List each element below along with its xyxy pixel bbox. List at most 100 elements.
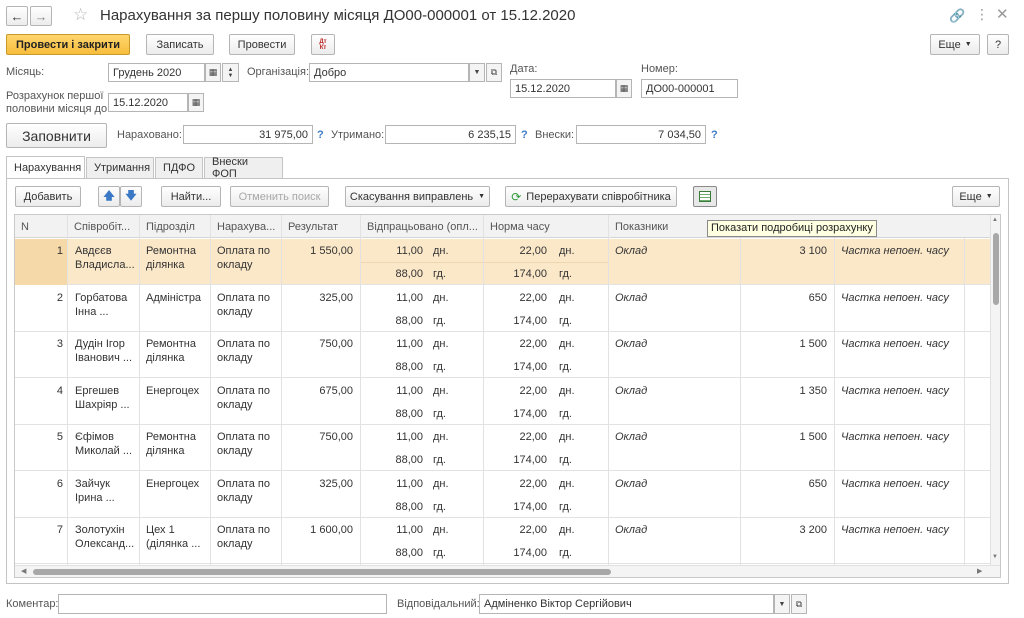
help-button[interactable]: ? bbox=[987, 34, 1009, 55]
department: Адміністра bbox=[146, 291, 202, 304]
accrual-type: Оплата по bbox=[217, 384, 270, 397]
department: Цех 1 bbox=[146, 524, 175, 536]
indicator-name: Оклад bbox=[615, 524, 648, 536]
column-header-result[interactable]: Результат bbox=[282, 215, 360, 238]
cancel-search-button[interactable]: Отменить поиск bbox=[230, 186, 329, 207]
scroll-down-icon[interactable]: ▼ bbox=[992, 554, 998, 560]
calc-until-calendar-button[interactable]: ▦ bbox=[188, 93, 204, 112]
worked-days: 11,00 bbox=[396, 384, 423, 397]
column-divider bbox=[483, 215, 484, 565]
column-header-worked[interactable]: Відпрацьовано (опл... bbox=[361, 215, 483, 238]
result-value: 1 600,00 bbox=[310, 524, 353, 536]
accrual-type: Оплата по bbox=[217, 338, 270, 350]
date-calendar-button[interactable]: ▦ bbox=[616, 79, 632, 98]
organization-dropdown-button[interactable]: ▼ bbox=[469, 63, 485, 82]
column-divider bbox=[608, 215, 609, 565]
link-icon[interactable]: 🔗 bbox=[949, 8, 965, 24]
column-header-employee[interactable]: Співробіт... bbox=[68, 215, 139, 238]
indicator-name: Оклад bbox=[615, 291, 648, 304]
open-icon: ⧉ bbox=[795, 598, 803, 609]
responsible-dropdown-button[interactable]: ▼ bbox=[774, 594, 790, 614]
worked-hours: 88,00 bbox=[395, 268, 423, 280]
norm-hours: 174,00 bbox=[513, 454, 547, 466]
accrued-label: Нараховано: bbox=[117, 129, 182, 141]
dt-kt-button[interactable]: Дт Кт bbox=[311, 34, 335, 55]
scroll-right-icon[interactable]: ▶ bbox=[977, 567, 982, 575]
column-header-accrual[interactable]: Нарахува... bbox=[211, 215, 281, 238]
employee-name: Зайчук bbox=[75, 477, 110, 490]
cancel-corrections-button[interactable]: Скасування виправлень ▼ bbox=[345, 186, 490, 207]
tab-accruals[interactable]: Нарахування bbox=[6, 156, 85, 179]
back-arrow-icon: ← bbox=[10, 8, 24, 24]
worked-hours-unit: гд. bbox=[433, 500, 446, 513]
dropdown-icon: ▼ bbox=[985, 193, 993, 200]
fill-button[interactable]: Заповнити bbox=[6, 123, 107, 148]
tab-deductions[interactable]: Утримання bbox=[86, 157, 154, 178]
date-field[interactable]: 15.12.2020 bbox=[510, 79, 616, 98]
withheld-help-icon[interactable]: ? bbox=[521, 129, 528, 141]
recalc-employee-button[interactable]: ⟳ Перерахувати співробітника bbox=[505, 186, 677, 207]
forward-button[interactable]: → bbox=[30, 6, 52, 26]
accrual-type: окладу bbox=[217, 398, 253, 411]
scroll-up-icon[interactable]: ▲ bbox=[992, 217, 998, 223]
column-header-n[interactable]: N bbox=[15, 215, 67, 238]
contributions-help-icon[interactable]: ? bbox=[711, 129, 718, 141]
responsible-label: Відповідальний: bbox=[397, 598, 480, 610]
dropdown-icon: ▼ bbox=[473, 69, 481, 76]
norm-days-unit: дн. bbox=[559, 245, 575, 257]
organization-field[interactable]: Добро bbox=[309, 63, 469, 82]
down-arrow-icon: 🡇 bbox=[125, 190, 137, 202]
post-and-close-button[interactable]: Провести і закрити bbox=[6, 34, 130, 55]
more-button[interactable]: Еще ▼ bbox=[930, 34, 980, 55]
organization-open-button[interactable]: ⧉ bbox=[486, 63, 502, 82]
month-field[interactable]: Грудень 2020 bbox=[108, 63, 205, 82]
indicator-name: Оклад bbox=[615, 384, 648, 397]
calc-until-field[interactable]: 15.12.2020 bbox=[108, 93, 188, 112]
comment-field[interactable] bbox=[58, 594, 387, 614]
tab-fop-contributions[interactable]: Внески ФОП bbox=[204, 156, 283, 180]
horizontal-scrollbar-thumb[interactable] bbox=[33, 569, 611, 575]
number-field[interactable]: ДО00-000001 bbox=[641, 79, 738, 98]
employee-name: Горбатова bbox=[75, 291, 128, 304]
add-row-button[interactable]: Добавить bbox=[15, 186, 81, 207]
row-number: 6 bbox=[56, 477, 63, 490]
scroll-left-icon[interactable]: ◀ bbox=[21, 567, 26, 575]
vertical-scrollbar-thumb[interactable] bbox=[993, 233, 999, 305]
vertical-scrollbar[interactable]: ▲ ▼ bbox=[990, 215, 1000, 565]
more-dots-icon[interactable]: ⋮ bbox=[975, 6, 989, 23]
spin-down-icon: ▼ bbox=[227, 72, 234, 79]
indicator-value: 3 100 bbox=[799, 245, 827, 257]
result-value: 1 550,00 bbox=[310, 245, 353, 257]
responsible-field[interactable]: Адміненко Віктор Сергійович bbox=[479, 594, 774, 614]
horizontal-scrollbar[interactable]: ◀ ▶ bbox=[15, 565, 1000, 577]
row-number: 1 bbox=[56, 245, 63, 257]
favorite-star-icon[interactable]: ☆ bbox=[73, 5, 88, 25]
row-number: 3 bbox=[56, 338, 63, 350]
move-up-button[interactable]: 🡅 bbox=[98, 186, 120, 207]
month-spinner[interactable]: ▲ ▼ bbox=[222, 63, 239, 82]
column-header-norm[interactable]: Норма часу bbox=[484, 215, 608, 238]
find-button[interactable]: Найти... bbox=[161, 186, 221, 207]
worked-days: 11,00 bbox=[396, 338, 423, 350]
accrual-type: Оплата по bbox=[217, 477, 270, 490]
table-more-button[interactable]: Еще ▼ bbox=[952, 186, 1000, 207]
worked-hours-unit: гд. bbox=[433, 361, 446, 373]
accrual-type: Оплата по bbox=[217, 431, 270, 443]
worked-days: 11,00 bbox=[396, 245, 423, 257]
accrued-help-icon[interactable]: ? bbox=[317, 129, 324, 141]
result-value: 675,00 bbox=[319, 384, 353, 397]
back-button[interactable]: ← bbox=[6, 6, 28, 26]
close-icon[interactable]: ✕ bbox=[996, 5, 1009, 23]
month-calendar-button[interactable]: ▦ bbox=[205, 63, 221, 82]
tab-pdfo[interactable]: ПДФО bbox=[155, 157, 203, 178]
column-header-department[interactable]: Підрозділ bbox=[140, 215, 210, 238]
column-header-indicators[interactable]: Показники bbox=[609, 215, 699, 238]
worked-days-unit: дн. bbox=[433, 477, 449, 490]
post-button[interactable]: Провести bbox=[229, 34, 295, 55]
move-down-button[interactable]: 🡇 bbox=[120, 186, 142, 207]
show-details-button[interactable] bbox=[693, 186, 717, 207]
contributions-value: 7 034,50 bbox=[576, 125, 706, 144]
responsible-open-button[interactable]: ⧉ bbox=[791, 594, 807, 614]
save-button[interactable]: Записать bbox=[146, 34, 214, 55]
worked-hours-unit: гд. bbox=[433, 454, 446, 466]
